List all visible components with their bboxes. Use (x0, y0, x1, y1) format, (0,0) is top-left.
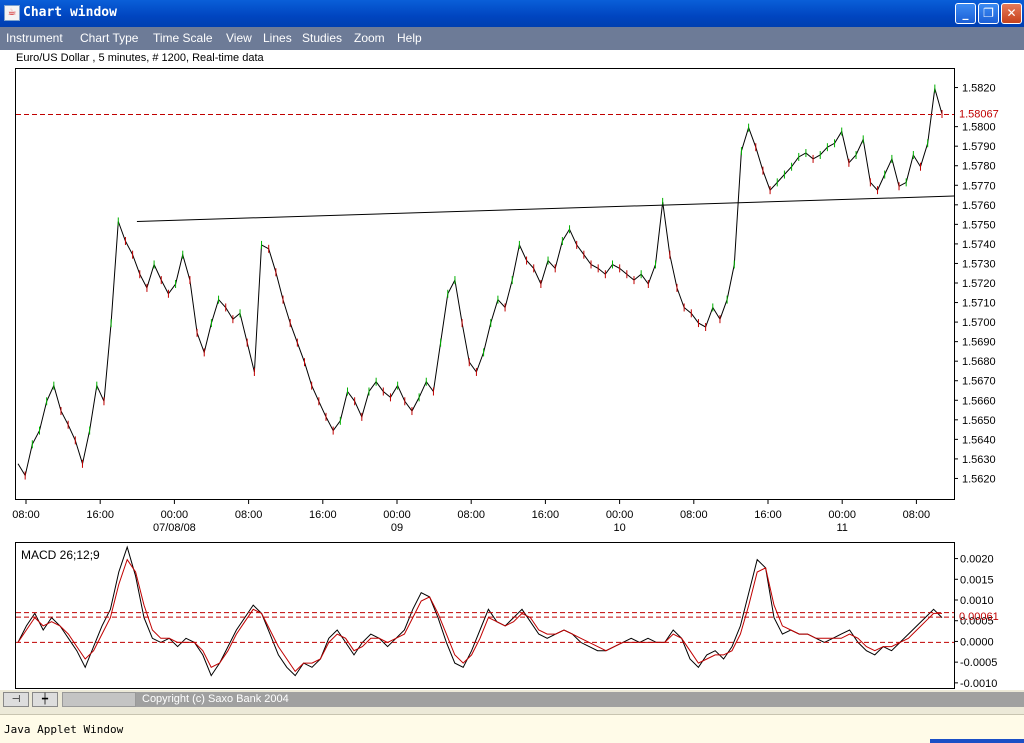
price-chart-title: Euro/US Dollar , 5 minutes, # 1200, Real… (16, 52, 264, 64)
macd-signal-line (17, 558, 942, 673)
menu-view[interactable]: View (226, 31, 252, 45)
price-chart[interactable] (16, 69, 955, 499)
status-field (62, 692, 136, 707)
menu-bar: Instrument Chart Type Time Scale View Li… (0, 27, 1024, 50)
time-tick-label: 00:00 (606, 509, 634, 521)
time-tick-label: 08:00 (12, 509, 40, 521)
time-tick-label: 00:00 (383, 509, 411, 521)
time-tick-label: 08:00 (903, 509, 931, 521)
price-y-tick-label: 1.5740 (962, 239, 996, 251)
current-price-label: 1.58067 (959, 109, 999, 121)
menu-help[interactable]: Help (397, 31, 422, 45)
copyright-text: Copyright (c) Saxo Bank 2004 (136, 692, 1024, 707)
applet-label: Java Applet Window (4, 723, 124, 736)
price-y-tick-label: 1.5700 (962, 317, 996, 329)
date-tick-label: 11 (836, 522, 847, 534)
price-y-tick-label: 1.5680 (962, 356, 996, 368)
macd-title: MACD 26;12;9 (21, 548, 100, 562)
macd-y-tick-label: 0.0010 (960, 595, 994, 607)
price-y-tick-label: 1.5620 (962, 473, 996, 485)
price-y-tick-label: 1.5820 (962, 83, 996, 95)
price-y-tick-label: 1.5690 (962, 337, 996, 349)
price-chart-panel[interactable] (15, 68, 955, 500)
macd-y-tick-label: -0.0005 (960, 657, 997, 669)
price-series-line (17, 88, 943, 477)
menu-zoom[interactable]: Zoom (354, 31, 385, 45)
minimize-button[interactable]: _ (955, 3, 976, 24)
price-y-tick-label: 1.5710 (962, 298, 996, 310)
restore-button[interactable]: ❐ (978, 3, 999, 24)
date-tick-label: 07/08/08 (153, 522, 196, 534)
price-y-tick-label: 1.5660 (962, 395, 996, 407)
price-y-tick-label: 1.5760 (962, 200, 996, 212)
trend-line (136, 195, 955, 222)
price-y-tick-label: 1.5720 (962, 278, 996, 290)
price-y-tick-label: 1.5650 (962, 415, 996, 427)
time-tick-label: 16:00 (532, 509, 560, 521)
applet-warning-bar: Java Applet Window (0, 714, 1024, 743)
price-y-tick-label: 1.5780 (962, 161, 996, 173)
time-tick-label: 16:00 (754, 509, 782, 521)
time-tick-label: 16:00 (309, 509, 337, 521)
price-y-tick-label: 1.5770 (962, 180, 996, 192)
price-y-tick-label: 1.5670 (962, 376, 996, 388)
crosshair-icon[interactable]: ┿ (32, 692, 58, 707)
macd-y-axis: 0.00200.00150.00100.00050.0000-0.0005-0.… (954, 554, 999, 687)
taskbar-edge (930, 739, 1024, 743)
menu-lines[interactable]: Lines (263, 31, 292, 45)
macd-y-tick-label: 0.0015 (960, 574, 994, 586)
date-tick-label: 10 (613, 522, 625, 534)
macd-y-tick-label: -0.0010 (960, 678, 997, 687)
price-y-axis: 1.5820 1.5800 1.5790 1.5780 1.5770 1.5760 1.57… (954, 83, 999, 485)
time-tick-label: 00:00 (828, 509, 856, 521)
time-tick-label: 08:00 (235, 509, 263, 521)
menu-chart-type[interactable]: Chart Type (80, 31, 138, 45)
time-tick-label: 00:00 (161, 509, 189, 521)
macd-chart[interactable] (16, 543, 954, 688)
price-y-tick-label: 1.5630 (962, 454, 996, 466)
java-cup-icon: ☕ (4, 5, 20, 21)
time-tick-label: 08:00 (680, 509, 708, 521)
macd-y-tick-label: 0.0020 (960, 554, 994, 566)
pin-icon[interactable]: ⊣ (3, 692, 29, 707)
time-x-axis: 08:00 16:00 00:00 08:00 16:00 00:00 08:00 16:00… (12, 500, 931, 534)
macd-line (17, 545, 943, 677)
menu-studies[interactable]: Studies (302, 31, 342, 45)
price-y-tick-label: 1.5790 (962, 141, 996, 153)
title-bar: ☕ Chart window _ ❐ ✕ (0, 0, 1024, 27)
price-y-tick-label: 1.5640 (962, 434, 996, 446)
price-y-tick-label: 1.5800 (962, 122, 996, 134)
macd-current-label: 0.00061 (959, 611, 999, 623)
price-y-tick-label: 1.5730 (962, 258, 996, 270)
menu-time-scale[interactable]: Time Scale (153, 31, 213, 45)
price-y-tick-label: 1.5750 (962, 219, 996, 231)
date-tick-label: 09 (391, 522, 403, 534)
time-tick-label: 08:00 (457, 509, 485, 521)
time-tick-label: 16:00 (86, 509, 114, 521)
macd-panel[interactable] (15, 542, 955, 689)
menu-instrument[interactable]: Instrument (6, 31, 63, 45)
close-button[interactable]: ✕ (1001, 3, 1022, 24)
status-bar: ⊣ ┿ Copyright (c) Saxo Bank 2004 (0, 690, 1024, 710)
macd-y-tick-label: 0.0000 (960, 636, 994, 648)
window-title: Chart window (23, 5, 117, 20)
